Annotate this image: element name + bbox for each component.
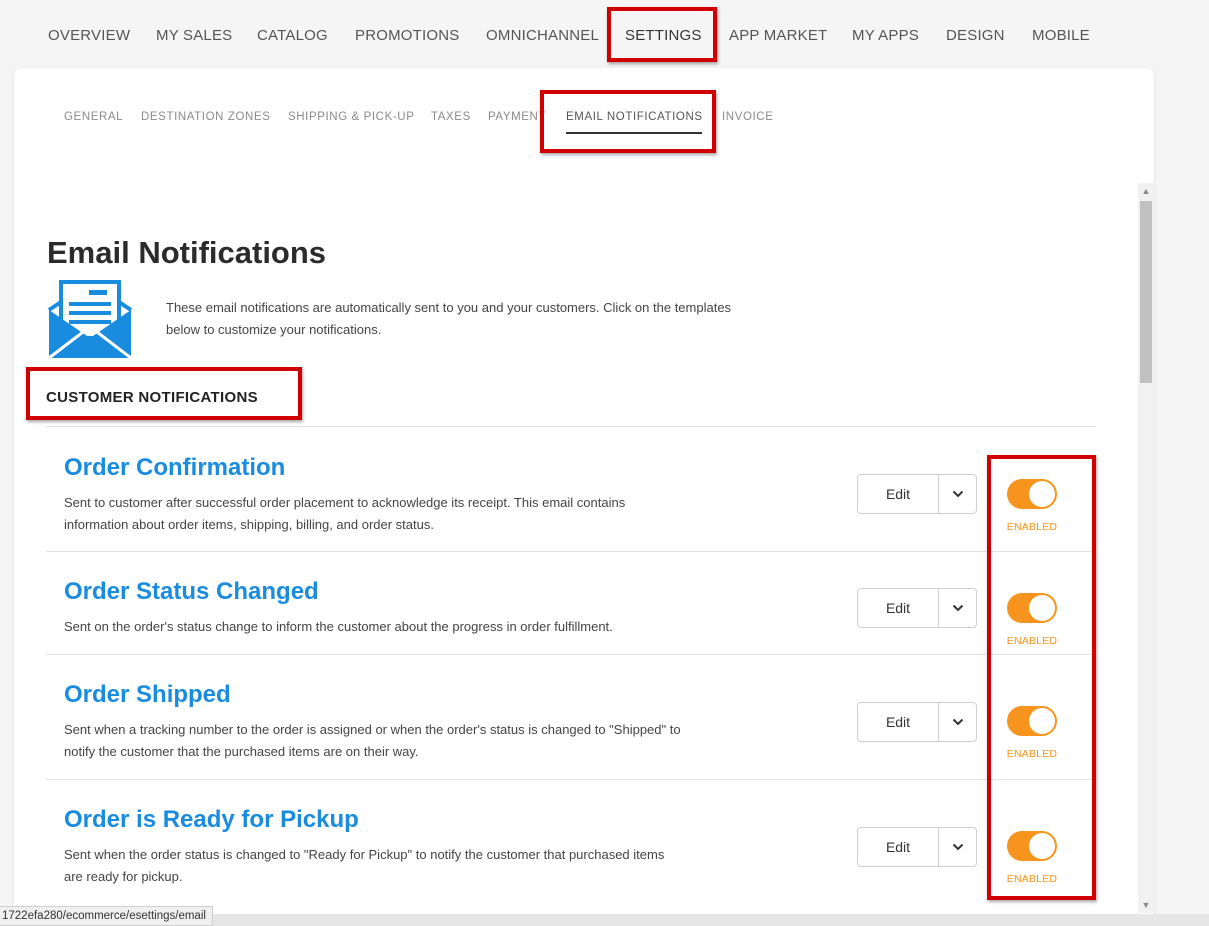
nav-omnichannel[interactable]: OMNICHANNEL <box>486 27 599 44</box>
nav-my-apps[interactable]: MY APPS <box>852 27 919 44</box>
nav-app-market[interactable]: APP MARKET <box>729 27 827 44</box>
chevron-down-icon[interactable] <box>939 828 976 866</box>
tab-taxes[interactable]: TAXES <box>431 111 471 123</box>
scroll-down-arrow-icon[interactable]: ▼ <box>1138 897 1154 913</box>
nav-promotions[interactable]: PROMOTIONS <box>355 27 460 44</box>
notification-title[interactable]: Order Shipped <box>64 681 231 709</box>
notification-row-order-confirmation: Order Confirmation Sent to customer afte… <box>46 426 1096 551</box>
edit-button-group: Edit <box>857 702 977 742</box>
nav-design[interactable]: DESIGN <box>946 27 1005 44</box>
edit-button[interactable]: Edit <box>858 475 938 513</box>
tab-destination-zones[interactable]: DESTINATION ZONES <box>141 111 270 123</box>
vertical-scrollbar[interactable]: ▲ ▼ <box>1138 183 1154 913</box>
notification-row-order-ready-for-pickup: Order is Ready for Pickup Sent when the … <box>46 779 1096 904</box>
tab-payment[interactable]: PAYMENT <box>488 111 546 123</box>
notification-row-order-status-changed: Order Status Changed Sent on the order's… <box>46 551 1096 654</box>
top-navigation: OVERVIEW MY SALES CATALOG PROMOTIONS OMN… <box>0 0 1209 70</box>
nav-my-sales[interactable]: MY SALES <box>156 27 232 44</box>
tab-general[interactable]: GENERAL <box>64 111 123 123</box>
notification-description: Sent to customer after successful order … <box>64 495 626 532</box>
annotation-box-toggles <box>987 455 1096 900</box>
edit-button-group: Edit <box>857 827 977 867</box>
settings-card: GENERAL DESTINATION ZONES SHIPPING & PIC… <box>14 68 1154 926</box>
edit-button-group: Edit <box>857 474 977 514</box>
scrollbar-thumb[interactable] <box>1140 201 1152 383</box>
envelope-icon <box>47 280 133 360</box>
annotation-box-customer-notifications <box>26 367 302 420</box>
edit-button[interactable]: Edit <box>858 589 938 627</box>
nav-mobile[interactable]: MOBILE <box>1032 27 1090 44</box>
edit-button-group: Edit <box>857 588 977 628</box>
annotation-box-email-notifications <box>540 90 716 153</box>
edit-button[interactable]: Edit <box>858 828 938 866</box>
nav-overview[interactable]: OVERVIEW <box>48 27 130 44</box>
notification-description: Sent on the order's status change to inf… <box>64 619 613 634</box>
notification-title[interactable]: Order Status Changed <box>64 578 319 606</box>
notification-description: Sent when a tracking number to the order… <box>64 722 681 759</box>
notification-title[interactable]: Order Confirmation <box>64 454 285 482</box>
notification-row-order-shipped: Order Shipped Sent when a tracking numbe… <box>46 654 1096 779</box>
tab-shipping-pickup[interactable]: SHIPPING & PICK-UP <box>288 111 414 123</box>
chevron-down-icon[interactable] <box>939 589 976 627</box>
nav-catalog[interactable]: CATALOG <box>257 27 328 44</box>
notification-description: Sent when the order status is changed to… <box>64 847 665 884</box>
chevron-down-icon[interactable] <box>939 475 976 513</box>
annotation-box-settings <box>607 7 717 62</box>
page-title: Email Notifications <box>47 235 327 270</box>
edit-button[interactable]: Edit <box>858 703 938 741</box>
scroll-up-arrow-icon[interactable]: ▲ <box>1138 183 1154 199</box>
intro-text: These email notifications are automatica… <box>166 300 732 337</box>
chevron-down-icon[interactable] <box>939 703 976 741</box>
status-bar-url: 1722efa280/ecommerce/esettings/email <box>0 906 213 926</box>
notification-title[interactable]: Order is Ready for Pickup <box>64 806 359 834</box>
tab-invoice[interactable]: INVOICE <box>722 111 774 123</box>
